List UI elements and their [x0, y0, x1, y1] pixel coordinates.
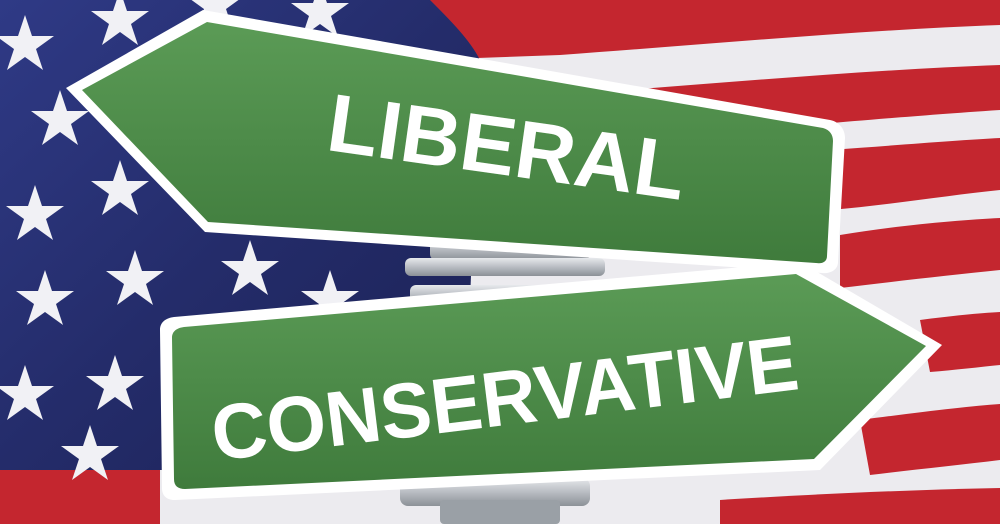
flag-stripe: [0, 470, 160, 524]
scene: LIBERAL CONSERVATIVE: [0, 0, 1000, 524]
